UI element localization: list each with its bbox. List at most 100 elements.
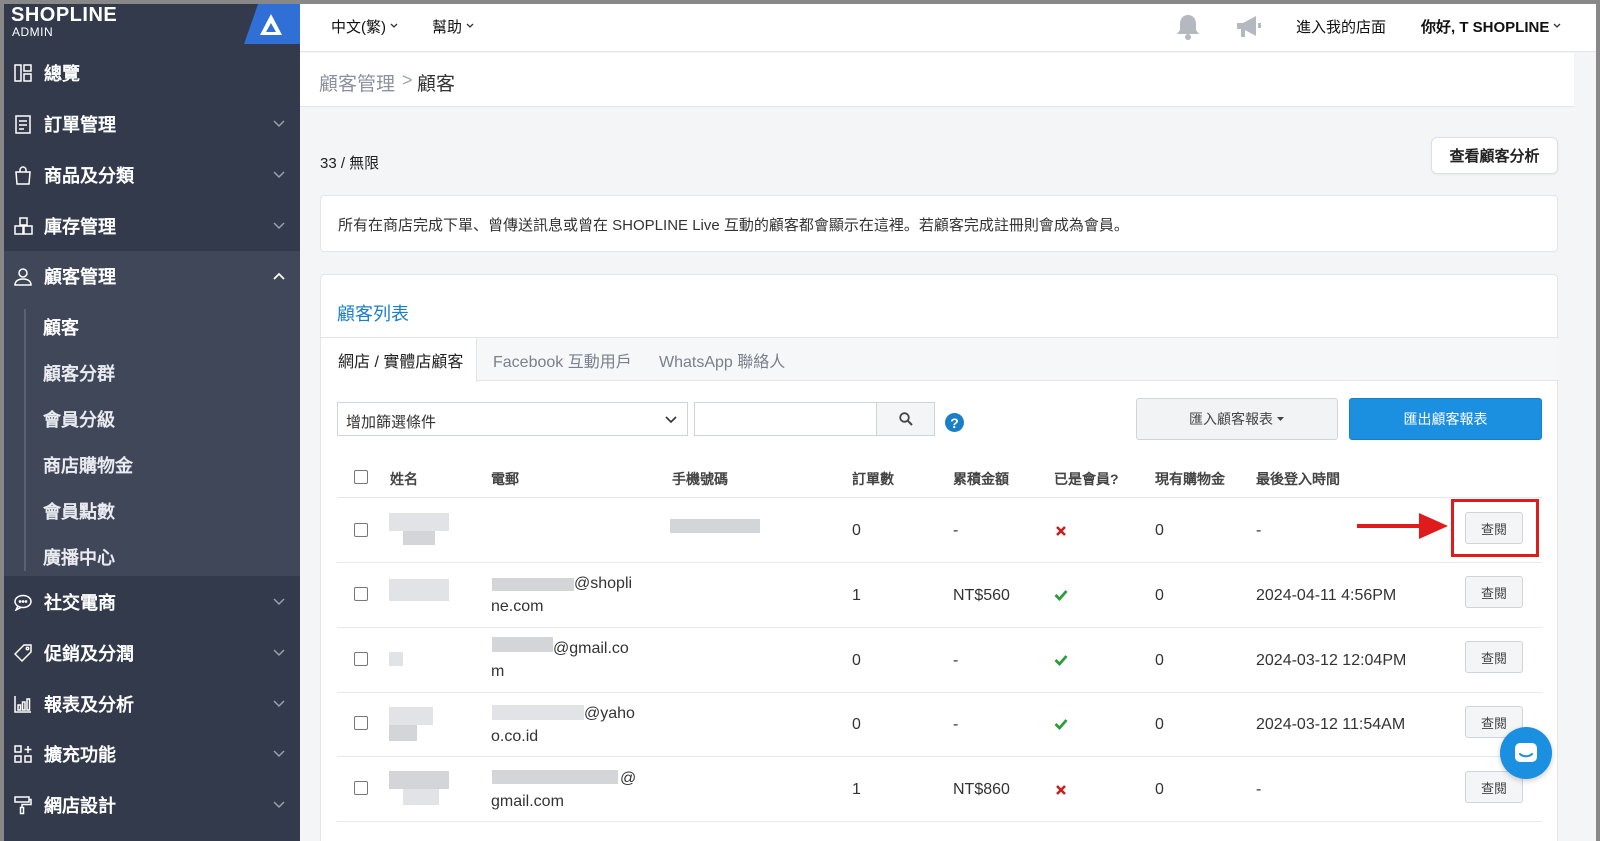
breadcrumb-current: 顧客 [417, 74, 456, 95]
chevron-down-icon [273, 700, 285, 708]
row-checkbox[interactable] [354, 523, 368, 537]
tab-facebook-users[interactable]: Facebook 互動用戶 [493, 338, 632, 381]
chevron-down-icon [273, 222, 285, 230]
tab-store-customers[interactable]: 網店 / 實體店顧客 [321, 338, 477, 382]
live-chat-button[interactable] [1500, 727, 1552, 779]
sidebar-subitem-broadcast-center[interactable]: 廣播中心 [43, 537, 115, 577]
caret-down-icon [390, 23, 398, 28]
sidebar-item-customers[interactable]: 顧客管理 [4, 251, 300, 301]
column-header-last-login[interactable]: 最後登入時間 [1256, 469, 1340, 489]
last-login: 2024-03-12 11:54AM [1256, 716, 1406, 733]
column-header-orders[interactable]: 訂單數 [852, 469, 894, 489]
sidebar-item-reports[interactable]: 報表及分析 [4, 679, 300, 729]
sidebar-subitem-customers[interactable]: 顧客 [43, 307, 79, 347]
sidebar-item-inventory[interactable]: 庫存管理 [4, 201, 300, 251]
sidebar-item-apps[interactable]: 擴充功能 [4, 729, 300, 779]
row-checkbox[interactable] [354, 587, 368, 601]
column-header-total-spent[interactable]: 累積金額 [953, 469, 1009, 489]
tag-icon [12, 642, 34, 664]
row-checkbox[interactable] [354, 652, 368, 666]
column-header-phone[interactable]: 手機號碼 [672, 469, 728, 489]
language-label: 中文(繁) [331, 18, 386, 36]
sidebar-item-label: 顧客管理 [44, 267, 116, 287]
chevron-down-icon [273, 120, 285, 128]
dashboard-icon [12, 62, 34, 84]
megaphone-icon[interactable] [1234, 14, 1264, 40]
email-part: @gmail.co [553, 640, 629, 657]
store-credit: 0 [1155, 781, 1164, 798]
column-header-email[interactable]: 電郵 [491, 469, 519, 489]
redacted-email [492, 705, 584, 720]
help-dropdown[interactable]: 幫助 [432, 4, 474, 48]
row-checkbox[interactable] [354, 781, 368, 795]
sidebar-item-label: 庫存管理 [44, 217, 116, 237]
customers-submenu: 顧客 顧客分群 會員分級 商店購物金 會員點數 廣播中心 [4, 301, 300, 576]
redacted-name [389, 579, 449, 601]
help-icon[interactable]: ? [945, 413, 964, 432]
sidebar-item-store-design[interactable]: 網店設計 [4, 780, 300, 830]
sidebar-item-overview[interactable]: 總覽 [4, 48, 300, 98]
redacted-email [492, 637, 553, 652]
view-customer-button[interactable]: 查閱 [1465, 576, 1523, 608]
bag-icon [12, 164, 34, 186]
sidebar-subitem-member-points[interactable]: 會員點數 [43, 491, 115, 531]
view-customer-button[interactable]: 查閱 [1465, 641, 1523, 673]
import-customers-button[interactable]: 匯入顧客報表 [1136, 398, 1338, 440]
sidebar-item-orders[interactable]: 訂單管理 [4, 99, 300, 149]
red-arrow-icon [1357, 513, 1448, 539]
redacted-phone [670, 519, 760, 533]
email-part: @ [620, 770, 637, 787]
select-all-checkbox[interactable] [354, 470, 368, 484]
scrollbar-track[interactable] [1574, 53, 1596, 841]
store-credit: 0 [1155, 522, 1164, 539]
chevron-down-icon [273, 750, 285, 758]
sidebar-subitem-segments[interactable]: 顧客分群 [43, 353, 115, 393]
sidebar-item-products[interactable]: 商品及分類 [4, 150, 300, 200]
search-input[interactable] [694, 402, 877, 436]
shopline-logo[interactable]: SHOPLINE ADMIN [11, 4, 161, 44]
sidebar-item-social-commerce[interactable]: 社交電商 [4, 577, 300, 627]
view-customer-analysis-button[interactable]: 查看顧客分析 [1431, 137, 1558, 174]
column-header-name[interactable]: 姓名 [390, 469, 418, 489]
tab-whatsapp-contacts[interactable]: WhatsApp 聯絡人 [659, 338, 785, 381]
admin-window: SHOPLINE ADMIN 總覽 訂單管理 商品及分類 庫存管理 顧客管理 顧… [4, 4, 1596, 841]
user-menu[interactable]: 你好, T SHOPLINE [1421, 4, 1561, 48]
redacted-name [389, 513, 449, 531]
order-icon [12, 113, 34, 135]
filter-dropdown[interactable]: 增加篩選條件 [337, 402, 688, 436]
last-login: - [1256, 522, 1262, 539]
highlight-box [1451, 499, 1539, 557]
total-spent: - [953, 522, 959, 539]
chevron-down-icon [273, 171, 285, 179]
search-button[interactable] [876, 402, 935, 436]
sidebar-subitem-store-credits[interactable]: 商店購物金 [43, 445, 133, 485]
orders-count: 0 [852, 716, 861, 733]
visit-store-link[interactable]: 進入我的店面 [1296, 4, 1386, 48]
breadcrumb-parent[interactable]: 顧客管理 [319, 69, 395, 96]
store-credit: 0 [1155, 652, 1164, 669]
user-greeting: 你好, T SHOPLINE [1421, 18, 1550, 36]
search-icon [898, 412, 913, 426]
row-checkbox[interactable] [354, 716, 368, 730]
inventory-icon [12, 215, 34, 237]
logo-main: SHOPLINE [11, 4, 118, 26]
column-header-store-credit[interactable]: 現有購物金 [1155, 469, 1225, 489]
filter-placeholder: 增加篩選條件 [346, 414, 437, 431]
export-customers-button[interactable]: 匯出顧客報表 [1349, 398, 1542, 440]
sidebar-subitem-membership-tiers[interactable]: 會員分級 [43, 399, 115, 439]
language-dropdown[interactable]: 中文(繁) [331, 4, 398, 48]
store-credit: 0 [1155, 716, 1164, 733]
email-part: m [491, 663, 505, 680]
chevron-down-icon [665, 416, 677, 424]
member-check-icon [1054, 590, 1068, 601]
sidebar-item-label: 促銷及分潤 [44, 644, 134, 664]
sidebar-item-label: 訂單管理 [44, 115, 116, 135]
sidebar-item-label: 網店設計 [44, 796, 116, 816]
sidebar-item-promotions[interactable]: 促銷及分潤 [4, 628, 300, 678]
column-header-is-member[interactable]: 已是會員? [1054, 469, 1119, 489]
bell-icon[interactable] [1175, 13, 1201, 41]
redacted-email [492, 578, 574, 591]
redacted-name [389, 725, 417, 741]
redacted-name [389, 771, 449, 789]
redacted-name [389, 652, 403, 666]
